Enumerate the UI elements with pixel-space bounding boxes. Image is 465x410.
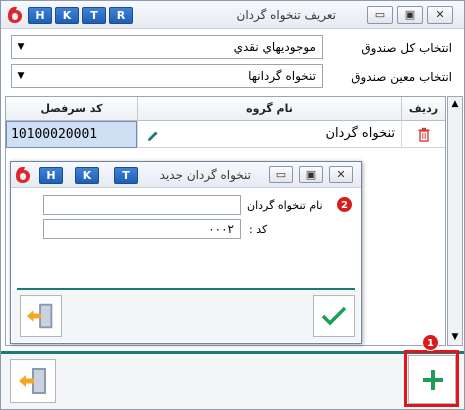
moein-sandogh-value: تنخواه گردانها [248, 69, 316, 83]
exit-door-icon [17, 365, 51, 400]
delete-icon[interactable] [417, 127, 431, 145]
bottom-toolbar [1, 354, 464, 409]
window-title: تعريف تنخواه گردان [236, 8, 337, 22]
close-button[interactable]: ✕ [427, 6, 453, 24]
dialog-toolbar [12, 290, 360, 342]
app-logo-icon [6, 5, 24, 25]
dialog-close-button[interactable]: ✕ [329, 166, 353, 183]
dialog-exit-button[interactable] [20, 295, 62, 337]
group-name-cell[interactable]: تنخواه گردان [137, 121, 401, 148]
column-header-row[interactable]: رديف [401, 97, 445, 121]
table-row[interactable]: 10100020001 تنخواه گردان [6, 121, 445, 148]
grid-header: کد سرفصل نام گروه رديف [6, 97, 445, 121]
hotkey-k-button[interactable]: K [55, 7, 79, 24]
confirm-check-icon [321, 305, 347, 330]
dialog-hotkey-h-button[interactable]: H [39, 167, 63, 184]
step-badge-1: 1 [422, 334, 439, 351]
kol-sandogh-value: موجوديهاي نقدي [233, 40, 316, 54]
new-tankhah-dialog: H K T تنخواه گردان جديد ▭ ▣ ✕ نام تنخواه… [10, 161, 362, 344]
moein-sandogh-combo[interactable]: ▼ تنخواه گردانها [11, 64, 323, 88]
minimize-button[interactable]: ▭ [367, 6, 393, 24]
exit-button[interactable] [10, 359, 56, 403]
moein-sandogh-label: انتخاب معين صندوق [351, 70, 452, 84]
scroll-up-icon[interactable]: ▲ [449, 98, 461, 110]
tankhah-name-label: نام تنخواه گردان [247, 199, 323, 212]
hotkey-r-button[interactable]: R [109, 7, 133, 24]
chevron-down-icon[interactable]: ▼ [12, 36, 30, 58]
dialog-confirm-button[interactable] [313, 295, 355, 337]
hotkey-h-button[interactable]: H [28, 7, 52, 24]
dialog-title-bar: H K T تنخواه گردان جديد ▭ ▣ ✕ [11, 162, 361, 188]
restore-button[interactable]: ▣ [397, 6, 423, 24]
hotkey-t-button[interactable]: T [82, 7, 106, 24]
kol-sandogh-combo[interactable]: ▼ موجوديهاي نقدي [11, 35, 323, 59]
chevron-down-icon[interactable]: ▼ [12, 65, 30, 87]
add-button-highlight [404, 350, 459, 407]
step-badge-2: 2 [336, 196, 353, 213]
dialog-hotkey-t-button[interactable]: T [114, 167, 138, 184]
tankhah-name-input[interactable] [43, 195, 241, 215]
code-label: کد : [249, 223, 268, 236]
grid-vertical-scrollbar[interactable]: ▲ ▼ [447, 96, 463, 346]
exit-door-icon [25, 300, 57, 335]
code-cell[interactable]: 10100020001 [6, 121, 137, 148]
main-window: H K T R تعريف تنخواه گردان ▭ ▣ ✕ ▼ موجود… [0, 0, 465, 410]
group-name-value: تنخواه گردان [325, 126, 395, 141]
column-header-code[interactable]: کد سرفصل [6, 97, 137, 121]
dialog-restore-button[interactable]: ▣ [299, 166, 323, 183]
scroll-down-icon[interactable]: ▼ [449, 331, 461, 343]
dialog-title: تنخواه گردان جديد [159, 168, 251, 182]
kol-sandogh-label: انتخاب کل صندوق [361, 41, 452, 55]
dialog-minimize-button[interactable]: ▭ [269, 166, 293, 183]
code-input[interactable]: ۰۰۰۲ [43, 219, 241, 239]
column-header-group-name[interactable]: نام گروه [137, 97, 401, 121]
edit-pencil-icon[interactable] [146, 127, 160, 153]
dialog-hotkey-k-button[interactable]: K [75, 167, 99, 184]
delete-cell[interactable] [401, 121, 445, 148]
app-logo-icon [14, 165, 32, 185]
title-bar: H K T R تعريف تنخواه گردان ▭ ▣ ✕ [1, 1, 464, 29]
